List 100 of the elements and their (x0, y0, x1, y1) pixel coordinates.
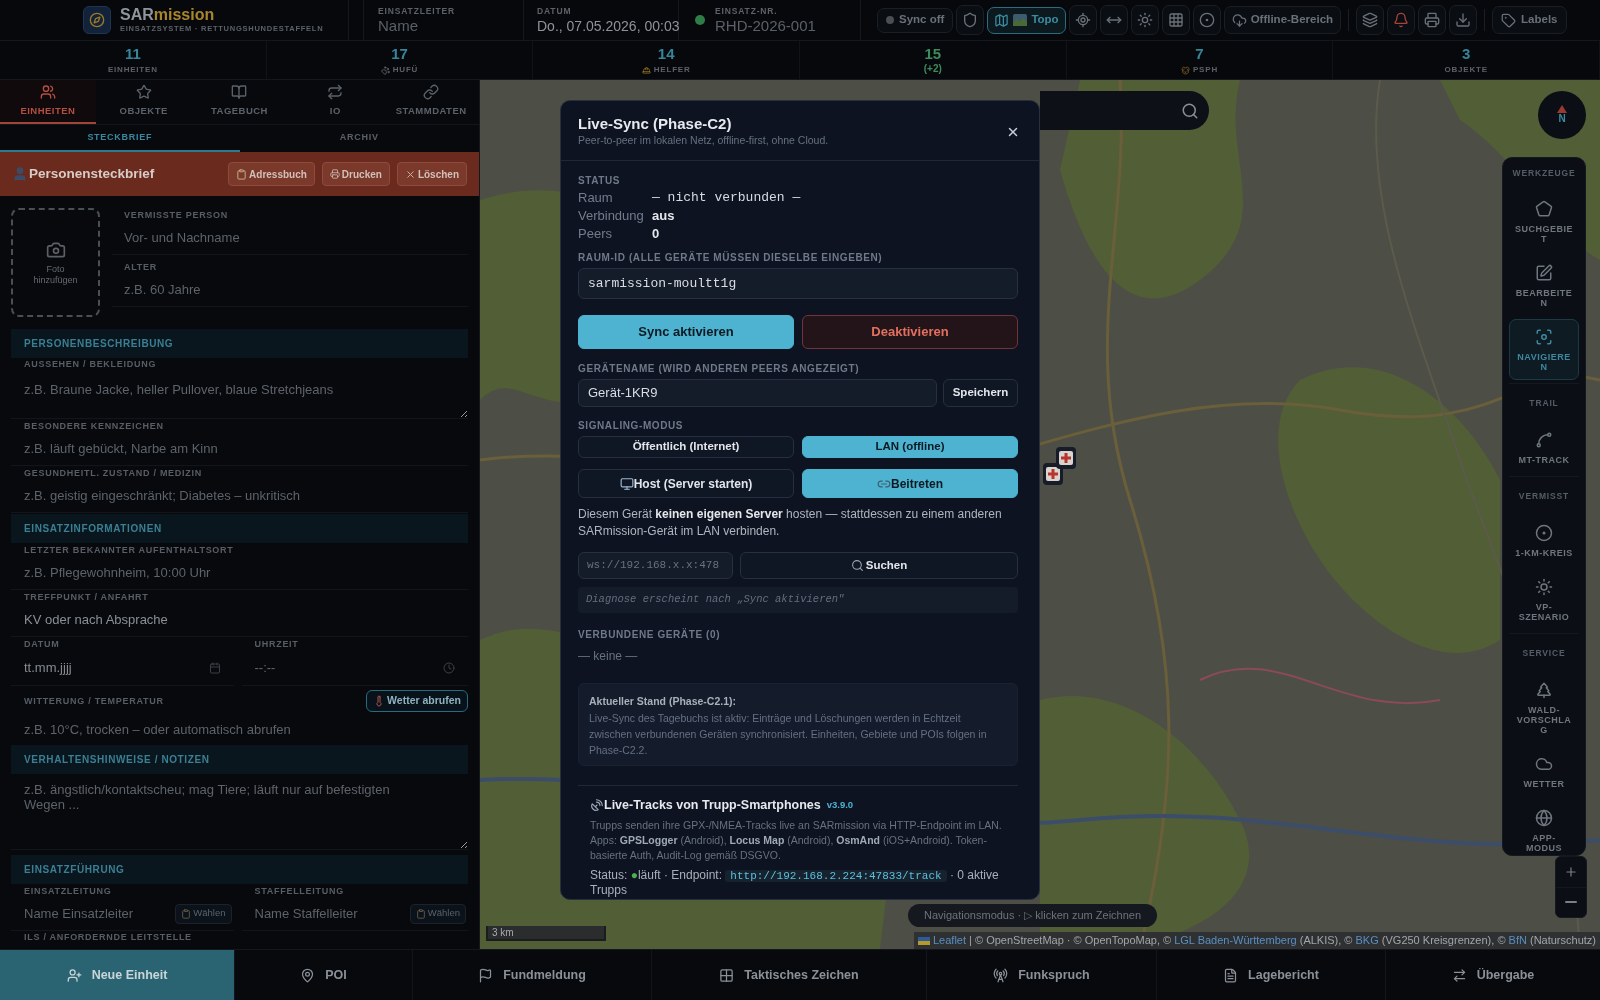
action-button[interactable]: Taktisches Zeichen (651, 950, 926, 1000)
shield-button[interactable] (956, 5, 985, 35)
map-tool-button[interactable]: SUCHGEBIET (1509, 191, 1579, 252)
sync-status-button[interactable]: Sync off (877, 7, 954, 33)
user-plus-icon (66, 967, 82, 983)
attribution-link[interactable]: BfN (1508, 934, 1530, 946)
attribution-link[interactable]: BKG (1355, 934, 1382, 946)
device-name-input[interactable]: Gerät-1KR9 (578, 379, 937, 407)
labels-button[interactable]: Labels (1492, 6, 1567, 34)
choose-button[interactable]: Wählen (175, 903, 232, 924)
text-input[interactable]: z.B. 60 Jahre (112, 273, 468, 307)
text-input[interactable]: Name Staffelleiter (241, 897, 410, 930)
profile-action-button[interactable]: Adressbuch (228, 162, 315, 186)
text-input[interactable]: KV oder nach Absprache (11, 603, 468, 637)
offline-area-button[interactable]: Offline-Bereich (1223, 6, 1342, 34)
map-tool-button[interactable]: BEARBEITEN (1509, 255, 1579, 316)
text-input[interactable]: Vor- und Nachname (112, 221, 468, 255)
info-text: Live-Sync des Tagebuchs ist aktiv: Einträge und Löschungen werden in Echtzeit zwischen verbundenen Geräten synchronisiert. Einheiten, Gebiete und POIs folgen in Phase-C2.2. (589, 711, 988, 758)
map-style-button[interactable]: Topo (987, 6, 1066, 34)
photo-upload[interactable]: Foto hinzufügen (11, 208, 100, 317)
room-id-input[interactable]: sarmission-moultt1g (578, 268, 1018, 299)
section-header: EINSATZINFORMATIONEN (11, 514, 468, 543)
sidebar-tab[interactable]: IO (287, 80, 384, 124)
compass-label: N (1558, 113, 1566, 125)
sidebar-tab[interactable]: OBJEKTE (95, 80, 192, 124)
sidebar-tab[interactable]: TAGEBUCH (191, 80, 288, 124)
tree-icon (1535, 681, 1553, 699)
action-button[interactable]: Übergabe (1385, 950, 1600, 1000)
section-label: VERBUNDENE GERÄTE (0) (578, 629, 722, 641)
circle-dot-icon (1535, 524, 1553, 542)
action-button[interactable]: Fundmeldung (412, 950, 651, 1000)
map-tool-button[interactable]: WETTER (1509, 746, 1579, 797)
locate-button[interactable] (1068, 5, 1097, 35)
map-tool-button[interactable]: MT-TRACK (1509, 422, 1579, 473)
header-input[interactable]: Name (378, 16, 503, 35)
weather-button[interactable]: Wetter abrufen (366, 690, 468, 712)
mode-toggle[interactable]: Öffentlich (Internet) (578, 436, 794, 458)
cloud-icon (1535, 755, 1553, 773)
map-tool-button[interactable]: VP-SZENARIO (1509, 569, 1579, 630)
time-input[interactable]: --:-- (241, 650, 468, 686)
radio-tower-icon (993, 967, 1009, 983)
action-button[interactable]: Lagebericht (1156, 950, 1385, 1000)
field-label: ALTER (123, 261, 158, 273)
notifications-button[interactable] (1387, 5, 1416, 35)
map-tool-button[interactable]: APP-MODUS (1509, 800, 1579, 861)
field-label: EINSATZLEITUNG (23, 885, 113, 897)
text-input[interactable]: z.B. Pflegewohnheim, 10:00 Uhr (11, 556, 468, 590)
profile-action-button[interactable]: Löschen (396, 162, 467, 186)
flag-icon (918, 936, 930, 945)
attribution-link[interactable]: Leaflet (933, 934, 970, 946)
server-address-input[interactable]: ws://192.168.x.x:478 (578, 552, 733, 579)
download-button[interactable] (1449, 5, 1478, 35)
text-input[interactable]: Name Einsatzleiter (11, 897, 176, 930)
stat-value: 17 (391, 45, 408, 63)
toolbar-section-label: TRAIL (1529, 397, 1559, 410)
text-input[interactable]: z.B. geistig eingeschränkt; Diabetes – unkritisch (11, 479, 468, 513)
choose-button[interactable]: Wählen (409, 903, 466, 924)
status-key: Verbindung (578, 206, 652, 226)
role-toggle[interactable]: Beitreten (802, 469, 1018, 498)
role-toggle[interactable]: Host (Server starten) (578, 469, 794, 498)
map-tool-button[interactable]: WALD-VORSCHLAG (1509, 672, 1579, 743)
measure-button[interactable] (1099, 5, 1128, 35)
stat-label: HELFER (653, 65, 691, 75)
action-button[interactable]: POI (234, 950, 412, 1000)
profile-action-button[interactable]: Drucken (321, 162, 390, 186)
grid-button[interactable] (1161, 5, 1190, 35)
calendar-icon (208, 661, 221, 674)
text-input[interactable]: z.B. 10°C, trocken – oder automatisch abrufen (11, 713, 468, 745)
mode-toggle[interactable]: LAN (offline) (802, 436, 1018, 458)
notes-field[interactable]: z.B. ängstlich/kontaktscheu; mag Tiere; läuft nur auf befestigten Wegen ... (11, 774, 468, 850)
sidebar-tab[interactable]: EINHEITEN (0, 80, 96, 124)
brightness-button[interactable] (1130, 5, 1159, 35)
attribution-link[interactable]: LGL Baden-Württemberg (1174, 934, 1300, 946)
save-button[interactable]: Speichern (943, 379, 1018, 407)
sync-action-button[interactable]: Deaktivieren (802, 315, 1018, 349)
map-tool-button[interactable]: NAVIGIEREN (1509, 319, 1579, 380)
subtab[interactable]: ARCHIV (239, 125, 479, 152)
field-label: DATUM (537, 5, 572, 17)
live-tracks-title: Live-Tracks von Trupp-Smartphones (604, 796, 821, 814)
print-button[interactable] (1418, 5, 1447, 35)
layers-button[interactable] (1356, 5, 1385, 35)
map-search-field[interactable] (1040, 91, 1209, 130)
edit-icon (1535, 264, 1553, 282)
toolbar-section-label: SERVICE (1522, 647, 1566, 660)
sync-action-button[interactable]: Sync aktivieren (578, 315, 794, 349)
action-button[interactable]: Neue Einheit (0, 950, 234, 1000)
close-icon (404, 168, 416, 180)
textarea-field[interactable]: z.B. Braune Jacke, heller Pullover, blaue Stretchjeans (11, 370, 468, 419)
map-tool-button[interactable]: 1-KM-KREIS (1509, 515, 1579, 566)
pentagon-icon (1535, 200, 1553, 218)
paw-icon (380, 65, 390, 75)
search-icon (850, 559, 864, 572)
action-button[interactable]: Funkspruch (926, 950, 1156, 1000)
radius-button[interactable] (1192, 5, 1221, 35)
text-input[interactable]: z.B. läuft gebückt, Narbe am Kinn (11, 432, 468, 466)
date-input[interactable]: tt.mm.jjjj (11, 650, 234, 686)
search-button[interactable]: Suchen (740, 552, 1018, 579)
header-input[interactable]: RHD-2026-001 (715, 16, 840, 35)
sidebar-tab[interactable]: STAMMDATEN (383, 80, 479, 124)
field-label: ILS / ANFORDERNDE LEITSTELLE (23, 931, 193, 943)
